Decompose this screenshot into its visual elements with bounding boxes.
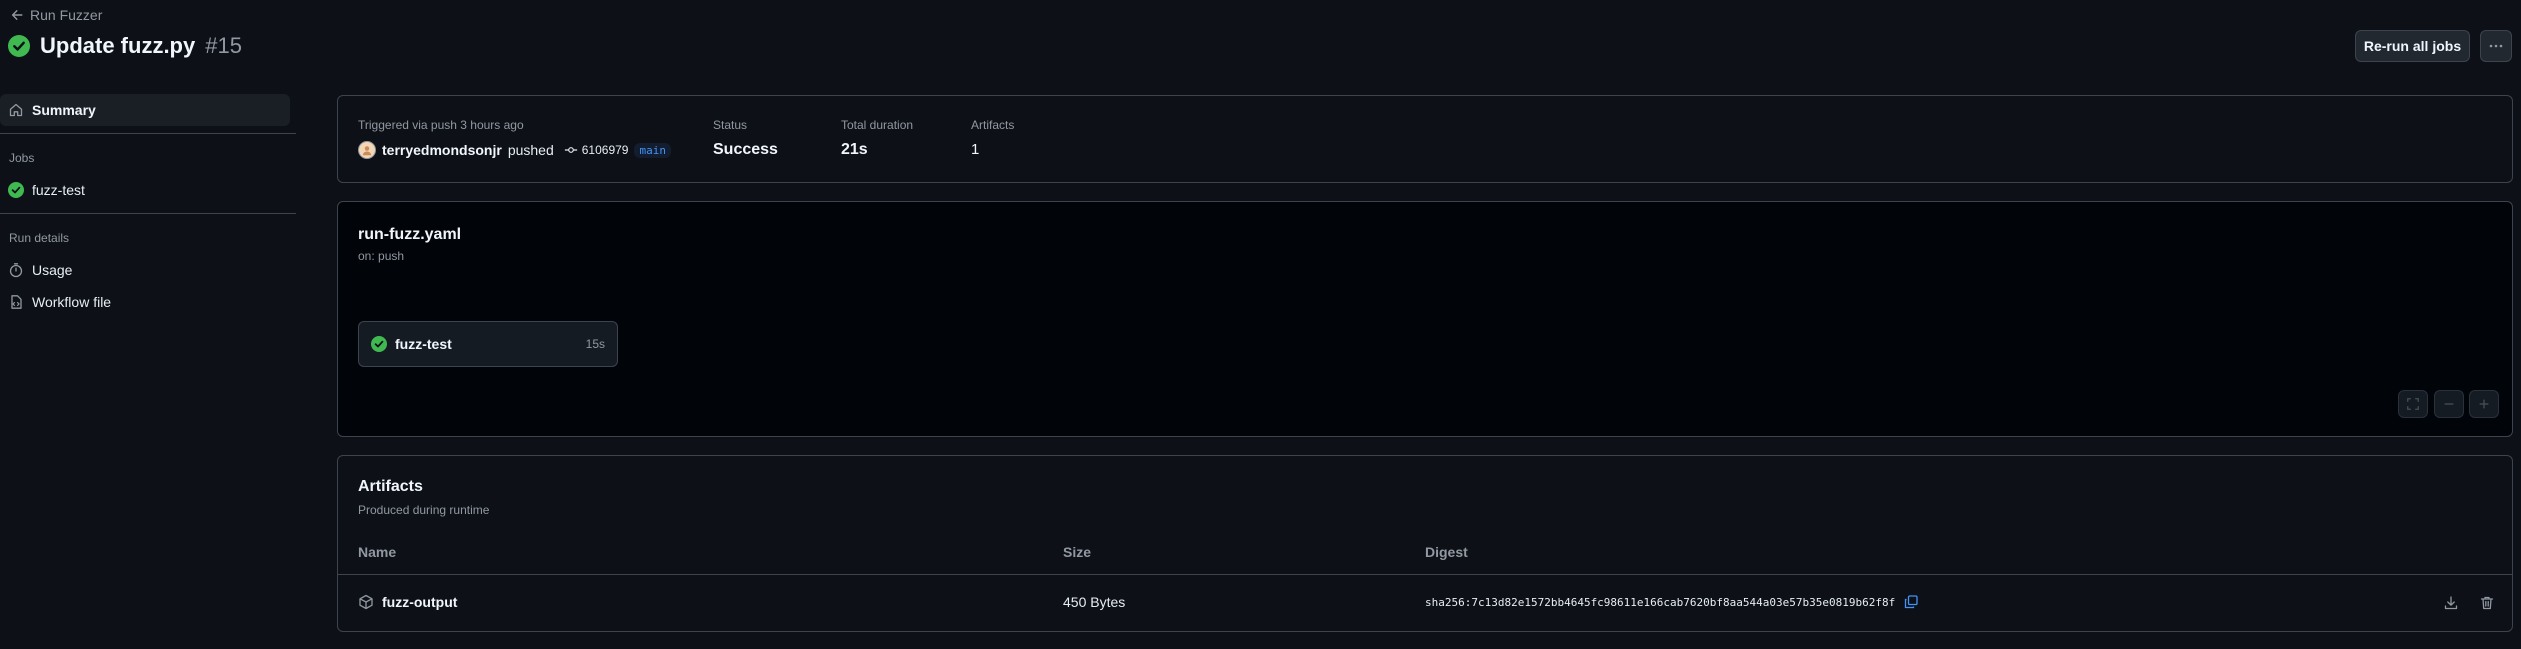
artifacts-card: Artifacts Produced during runtime Name S… bbox=[337, 455, 2513, 632]
artifact-size: 450 Bytes bbox=[1063, 594, 1126, 610]
trigger-text: Triggered via push 3 hours ago bbox=[358, 118, 524, 132]
run-details-heading: Run details bbox=[9, 231, 70, 245]
sidebar-item-summary[interactable]: Summary bbox=[0, 94, 290, 126]
status-block: Status Success bbox=[713, 118, 778, 159]
fullscreen-button[interactable] bbox=[2398, 390, 2428, 418]
kebab-horizontal-icon bbox=[2488, 38, 2504, 54]
artifacts-count-value[interactable]: 1 bbox=[971, 141, 1014, 158]
sidebar-divider bbox=[0, 213, 296, 214]
avatar[interactable] bbox=[358, 141, 376, 159]
page-title: Update fuzz.py bbox=[40, 33, 196, 58]
artifacts-count-label: Artifacts bbox=[971, 118, 1015, 132]
sidebar-divider bbox=[0, 133, 296, 134]
file-code-icon bbox=[8, 294, 24, 310]
sidebar-item-label: Usage bbox=[32, 262, 73, 278]
workflow-trigger: on: push bbox=[358, 249, 405, 263]
more-options-button[interactable] bbox=[2480, 30, 2512, 62]
check-circle-icon bbox=[8, 182, 24, 198]
back-link-label: Run Fuzzer bbox=[30, 7, 103, 23]
dash-icon bbox=[2442, 397, 2456, 411]
column-header-size: Size bbox=[1063, 544, 1092, 560]
artifacts-count-block: Artifacts 1 bbox=[971, 118, 1014, 158]
trigger-line: terryedmondsonjr pushed 6106979 main bbox=[358, 141, 671, 159]
artifacts-subtitle: Produced during runtime bbox=[358, 503, 490, 517]
workflow-file-name: run-fuzz.yaml bbox=[358, 226, 462, 243]
sidebar-item-fuzz-test[interactable]: fuzz-test bbox=[0, 174, 290, 206]
artifact-link[interactable]: fuzz-output bbox=[358, 594, 457, 610]
status-label: Status bbox=[713, 118, 748, 132]
arrow-left-icon bbox=[10, 8, 24, 22]
table-row: fuzz-output 450 Bytes sha256:7c13d82e157… bbox=[338, 575, 2512, 631]
column-header-digest: Digest bbox=[1425, 544, 1468, 560]
package-icon bbox=[358, 594, 374, 610]
git-commit-icon bbox=[564, 143, 578, 157]
page-title-row: Update fuzz.py #15 bbox=[8, 33, 242, 59]
run-summary-card: Triggered via push 3 hours ago terryedmo… bbox=[337, 95, 2513, 183]
delete-button[interactable] bbox=[2476, 592, 2498, 614]
digest-value: sha256:7c13d82e1572bb4645fc98611e166cab7… bbox=[1425, 595, 1896, 609]
duration-label: Total duration bbox=[841, 118, 914, 132]
duration-block: Total duration 21s bbox=[841, 118, 913, 159]
copy-icon[interactable] bbox=[1903, 594, 1919, 610]
sidebar-item-label: fuzz-test bbox=[32, 182, 85, 198]
trigger-info: Triggered via push 3 hours ago terryedmo… bbox=[358, 118, 671, 159]
job-node-duration: 15s bbox=[585, 337, 605, 351]
rerun-all-jobs-button[interactable]: Re-run all jobs bbox=[2355, 30, 2470, 62]
zoom-out-button[interactable] bbox=[2434, 390, 2464, 418]
sidebar-item-label: Workflow file bbox=[32, 294, 112, 310]
commit-link[interactable]: 6106979 bbox=[564, 143, 629, 157]
back-link[interactable]: Run Fuzzer bbox=[10, 7, 102, 23]
artifact-digest: sha256:7c13d82e1572bb4645fc98611e166cab7… bbox=[1425, 594, 1919, 610]
jobs-heading: Jobs bbox=[9, 151, 35, 165]
sidebar-item-workflow-file[interactable]: Workflow file bbox=[0, 286, 290, 318]
download-button[interactable] bbox=[2440, 592, 2462, 614]
artifacts-title: Artifacts bbox=[358, 478, 423, 495]
commit-sha: 6106979 bbox=[581, 143, 629, 157]
plus-icon bbox=[2477, 397, 2491, 411]
job-node-fuzz-test[interactable]: fuzz-test 15s bbox=[358, 321, 618, 367]
user-link[interactable]: terryedmondsonjr bbox=[382, 142, 502, 158]
trash-icon bbox=[2479, 595, 2495, 611]
screen-full-icon bbox=[2406, 397, 2420, 411]
home-icon bbox=[8, 102, 24, 118]
check-circle-icon bbox=[371, 336, 387, 352]
duration-value: 21s bbox=[841, 141, 868, 158]
artifact-name: fuzz-output bbox=[382, 594, 458, 610]
push-action-text: pushed bbox=[507, 142, 554, 158]
job-node-name: fuzz-test bbox=[395, 336, 452, 352]
run-number: #15 bbox=[205, 33, 242, 58]
sidebar-item-label: Summary bbox=[32, 102, 96, 118]
workflow-graph-card: run-fuzz.yaml on: push fuzz-test 15s bbox=[337, 201, 2513, 437]
branch-label[interactable]: main bbox=[634, 142, 671, 158]
stopwatch-icon bbox=[8, 262, 24, 278]
sidebar-item-usage[interactable]: Usage bbox=[0, 254, 290, 286]
status-value: Success bbox=[713, 141, 778, 158]
download-icon bbox=[2443, 595, 2459, 611]
check-circle-icon bbox=[8, 35, 30, 57]
column-header-name: Name bbox=[358, 544, 397, 560]
zoom-in-button[interactable] bbox=[2469, 390, 2499, 418]
